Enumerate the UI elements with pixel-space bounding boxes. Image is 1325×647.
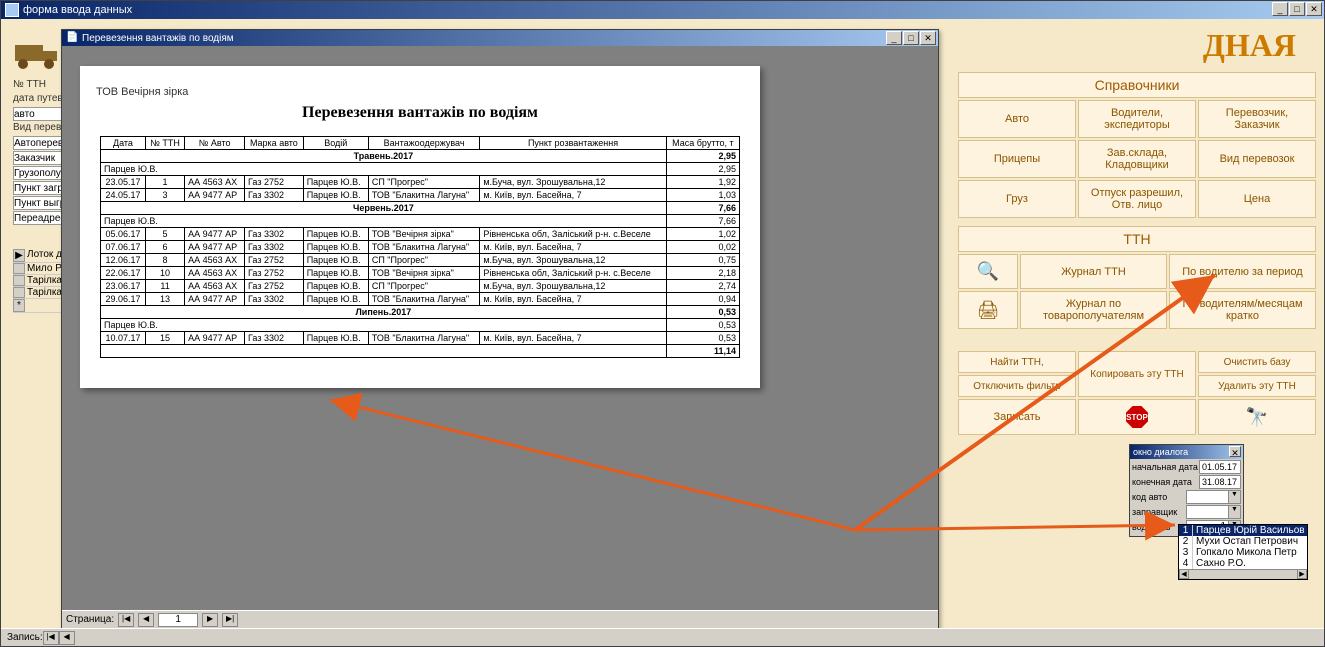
zavsklada-button[interactable]: Зав.склада, Кладовщики bbox=[1078, 140, 1196, 178]
dropdown-scrollbar[interactable]: ◀▶ bbox=[1179, 569, 1307, 579]
page-last-button[interactable]: ▶| bbox=[222, 613, 238, 627]
voditel-dropdown: 1Парцев Юрій Васильов 2Мухи Остап Петров… bbox=[1178, 524, 1308, 580]
truck-icon bbox=[13, 37, 63, 72]
report-maximize-button[interactable]: □ bbox=[903, 31, 919, 45]
chevron-down-icon: ▼ bbox=[1228, 491, 1240, 503]
punkt-vygr-input[interactable] bbox=[13, 196, 68, 210]
report-close-button[interactable]: ✕ bbox=[920, 31, 936, 45]
pereadres-input[interactable] bbox=[13, 211, 68, 225]
end-date-input[interactable] bbox=[1199, 475, 1241, 489]
report-title: Перевезення вантажів по водіям bbox=[90, 104, 750, 122]
report-body[interactable]: ТОВ Вечірня зірка Перевезення вантажів п… bbox=[62, 46, 938, 610]
zapravshik-label: заправщик bbox=[1132, 507, 1186, 517]
cena-button[interactable]: Цена bbox=[1198, 180, 1316, 218]
section-spravochniki: Справочники bbox=[958, 72, 1316, 98]
otkl-filter-button[interactable]: Отключить фильтр bbox=[958, 375, 1076, 397]
zapravshik-combo[interactable]: ▼ bbox=[1186, 505, 1241, 519]
print-icon-button[interactable]: 🖨 bbox=[958, 291, 1018, 329]
maximize-button[interactable]: □ bbox=[1289, 2, 1305, 16]
stop-button[interactable]: STOP bbox=[1078, 399, 1196, 435]
left-label: Вид переве bbox=[13, 122, 68, 136]
report-table: Дата№ ТТН№ АвтоМарка автоВодійВантажооде… bbox=[100, 136, 740, 358]
bottom-statusbar: Запись: |◀ ◀ bbox=[1, 628, 1324, 646]
page-label: Страница: bbox=[66, 614, 114, 625]
start-date-label: начальная дата bbox=[1132, 462, 1199, 472]
dropdown-item[interactable]: 2Мухи Остап Петрович bbox=[1179, 536, 1307, 547]
report-page: ТОВ Вечірня зірка Перевезення вантажів п… bbox=[80, 66, 760, 388]
left-label: № ТТН bbox=[13, 79, 68, 93]
vid-perevozok-button[interactable]: Вид перевозок bbox=[1198, 140, 1316, 178]
row-selector[interactable] bbox=[13, 287, 25, 298]
row-new[interactable]: * bbox=[13, 299, 25, 312]
dropdown-item[interactable]: 3Гопкало Микола Петр bbox=[1179, 547, 1307, 558]
left-form: № ТТН дата путев Вид переве bbox=[13, 79, 68, 226]
rec-first-button[interactable]: |◀ bbox=[43, 631, 59, 645]
page-first-button[interactable]: |◀ bbox=[118, 613, 134, 627]
page-input[interactable] bbox=[158, 613, 198, 627]
avto-input[interactable] bbox=[13, 107, 68, 121]
outer-titlebar: форма ввода данных _ □ ✕ bbox=[1, 1, 1324, 19]
dialog-title: окно диалога bbox=[1133, 447, 1188, 457]
po-voditelu-period-button[interactable]: По водителю за период bbox=[1169, 254, 1316, 289]
report-org: ТОВ Вечірня зірка bbox=[90, 86, 750, 98]
stop-icon: STOP bbox=[1126, 406, 1148, 428]
report-icon: 📄 bbox=[66, 32, 78, 44]
perevozchik-button[interactable]: Перевозчик, Заказчик bbox=[1198, 100, 1316, 138]
dialog-close-button[interactable]: ✕ bbox=[1229, 446, 1241, 457]
dropdown-item[interactable]: 4Сахно Р.О. bbox=[1179, 558, 1307, 569]
section-ttn: ТТН bbox=[958, 226, 1316, 252]
page-next-button[interactable]: ▶ bbox=[202, 613, 218, 627]
end-date-label: конечная дата bbox=[1132, 477, 1199, 487]
journal-tovar-button[interactable]: Журнал по товарополучателям bbox=[1020, 291, 1167, 329]
record-label: Запись: bbox=[7, 632, 43, 643]
journal-ttn-button[interactable]: Журнал ТТН bbox=[1020, 254, 1167, 289]
row-selector[interactable] bbox=[13, 275, 25, 286]
zakazchik-input[interactable] bbox=[13, 151, 68, 165]
scroll-left-icon[interactable]: ◀ bbox=[1179, 569, 1189, 579]
start-date-input[interactable] bbox=[1199, 460, 1241, 474]
dialog-titlebar: окно диалога ✕ bbox=[1130, 445, 1243, 459]
search-icon-button[interactable]: 🔍 bbox=[958, 254, 1018, 289]
otpusk-button[interactable]: Отпуск разрешил, Отв. лицо bbox=[1078, 180, 1196, 218]
voditeli-button[interactable]: Водители, экспедиторы bbox=[1078, 100, 1196, 138]
report-window: 📄 Перевезення вантажів по водіям _ □ ✕ Т… bbox=[61, 29, 939, 629]
ochistit-button[interactable]: Очистить базу bbox=[1198, 351, 1316, 373]
code-avto-label: код авто bbox=[1132, 492, 1186, 502]
chevron-down-icon: ▼ bbox=[1228, 506, 1240, 518]
po-voditelyam-kratko-button[interactable]: По водителям/месяцам кратко bbox=[1169, 291, 1316, 329]
gruzopoluch-input[interactable] bbox=[13, 166, 68, 180]
left-label: дата путев bbox=[13, 93, 68, 107]
close-button[interactable]: ✕ bbox=[1306, 2, 1322, 16]
kopirovat-button[interactable]: Копировать эту ТТН bbox=[1078, 351, 1196, 397]
report-statusbar: Страница: |◀ ◀ ▶ ▶| bbox=[62, 610, 938, 628]
outer-title: форма ввода данных bbox=[23, 4, 132, 16]
najti-ttn-button[interactable]: Найти ТТН, bbox=[958, 351, 1076, 373]
punkt-zagr-input[interactable] bbox=[13, 181, 68, 195]
app-icon bbox=[5, 3, 19, 17]
pricepy-button[interactable]: Прицепы bbox=[958, 140, 1076, 178]
binoculars-button[interactable]: 🔭 bbox=[1198, 399, 1316, 435]
code-avto-combo[interactable]: ▼ bbox=[1186, 490, 1241, 504]
dropdown-item[interactable]: 1Парцев Юрій Васильов bbox=[1179, 525, 1307, 536]
report-minimize-button[interactable]: _ bbox=[886, 31, 902, 45]
gruz-button[interactable]: Груз bbox=[958, 180, 1076, 218]
row-selector[interactable] bbox=[13, 263, 25, 274]
row-selector[interactable]: ▶ bbox=[13, 249, 25, 262]
report-window-title: Перевезення вантажів по водіям bbox=[82, 33, 234, 44]
scroll-right-icon[interactable]: ▶ bbox=[1297, 569, 1307, 579]
udalit-button[interactable]: Удалить эту ТТН bbox=[1198, 375, 1316, 397]
page-prev-button[interactable]: ◀ bbox=[138, 613, 154, 627]
page-title: ДНАЯ bbox=[958, 27, 1316, 64]
minimize-button[interactable]: _ bbox=[1272, 2, 1288, 16]
rec-prev-button[interactable]: ◀ bbox=[59, 631, 75, 645]
avto-button[interactable]: Авто bbox=[958, 100, 1076, 138]
report-titlebar: 📄 Перевезення вантажів по водіям _ □ ✕ bbox=[62, 30, 938, 46]
zapisat-button[interactable]: Записать bbox=[958, 399, 1076, 435]
autoperev-input[interactable] bbox=[13, 136, 68, 150]
